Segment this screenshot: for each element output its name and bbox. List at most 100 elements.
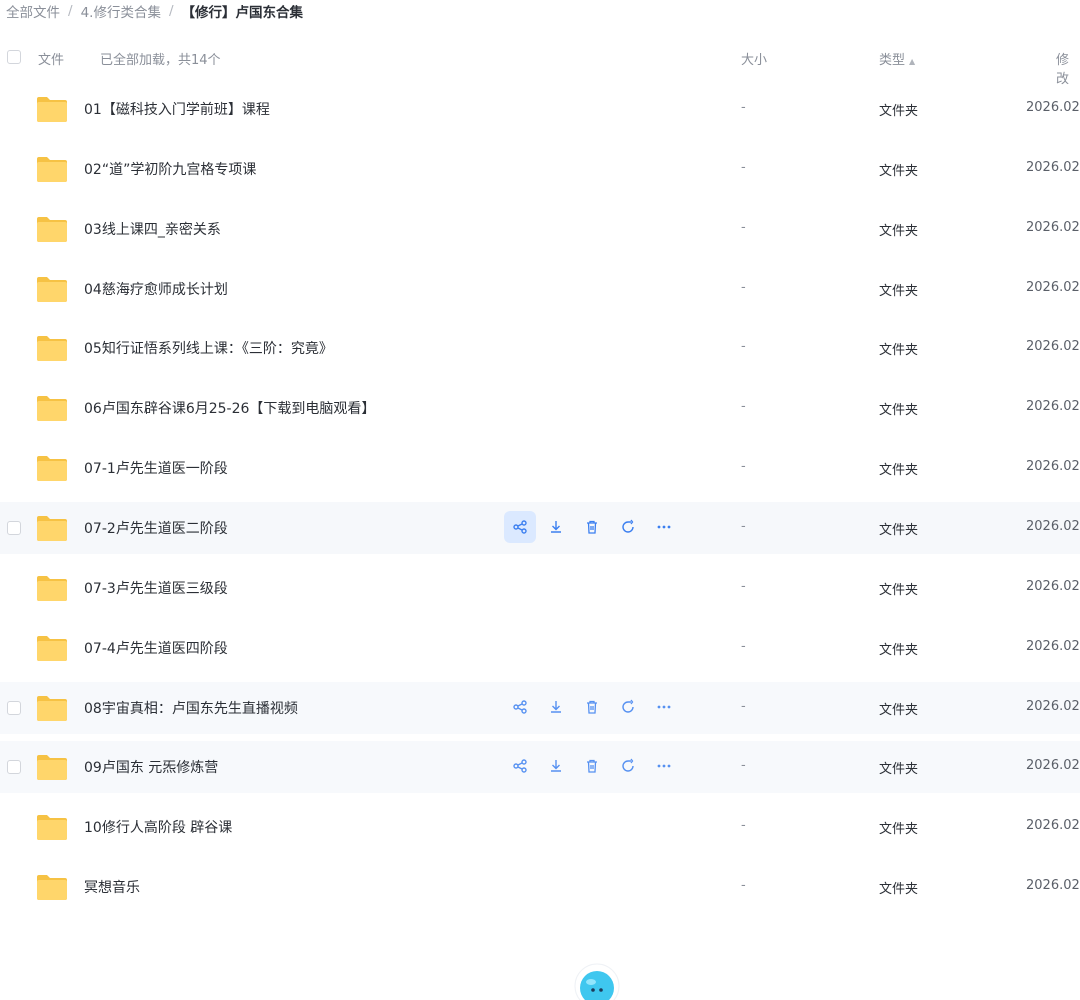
- list-item[interactable]: 05知行证悟系列线上课：《三阶：究竟》 - 文件夹 2026.02.0: [0, 322, 1080, 374]
- breadcrumb-current: 【修行】卢国东合集: [181, 5, 304, 21]
- header-type[interactable]: 类型 ▲: [879, 49, 915, 68]
- file-name[interactable]: 07-4卢先生道医四阶段: [84, 638, 228, 658]
- file-size: -: [741, 578, 746, 594]
- file-type: 文件夹: [879, 702, 919, 718]
- file-size: -: [741, 159, 746, 175]
- header-type-label: 类型: [879, 53, 906, 68]
- list-item[interactable]: 07-3卢先生道医三级段 - 文件夹 2026.02.0: [0, 562, 1080, 614]
- breadcrumb-separator: /: [68, 3, 73, 19]
- file-name[interactable]: 01【磁科技入门学前班】课程: [84, 99, 270, 119]
- download-button[interactable]: [540, 750, 572, 782]
- list-item[interactable]: 07-1卢先生道医一阶段 - 文件夹 2026.02.0: [0, 442, 1080, 494]
- more-icon: [656, 758, 672, 774]
- refresh-button[interactable]: [612, 691, 644, 723]
- refresh-button[interactable]: [612, 750, 644, 782]
- file-type: 文件夹: [879, 582, 919, 598]
- folder-icon: [37, 276, 67, 302]
- file-type: 文件夹: [879, 882, 919, 898]
- header-modified[interactable]: 修改: [1056, 49, 1080, 87]
- download-button[interactable]: [540, 691, 572, 723]
- folder-icon: [37, 695, 67, 721]
- file-type: 文件夹: [879, 762, 919, 778]
- list-item[interactable]: 06卢国东辟谷课6月25-26【下载到电脑观看】 - 文件夹 2026.02.0: [0, 382, 1080, 434]
- download-icon: [548, 699, 564, 715]
- list-item[interactable]: 冥想音乐 - 文件夹 2026.02.0: [0, 861, 1080, 913]
- share-button[interactable]: [504, 750, 536, 782]
- file-size: -: [741, 219, 746, 235]
- download-icon: [548, 519, 564, 535]
- file-name[interactable]: 07-1卢先生道医一阶段: [84, 458, 228, 478]
- file-name[interactable]: 07-3卢先生道医三级段: [84, 578, 228, 598]
- folder-icon: [37, 515, 67, 541]
- file-size: -: [741, 638, 746, 654]
- modified-date: 2026.02.0: [1026, 100, 1080, 115]
- folder-icon: [37, 875, 67, 901]
- row-checkbox[interactable]: [7, 520, 21, 535]
- delete-button[interactable]: [576, 750, 608, 782]
- folder-icon: [37, 336, 67, 362]
- modified-date: 2026.02.0: [1026, 758, 1080, 774]
- share-button[interactable]: [504, 510, 536, 543]
- row-actions: [504, 750, 684, 782]
- file-name[interactable]: 07-2卢先生道医二阶段: [84, 518, 228, 538]
- list-item[interactable]: 02“道”学初阶九宫格专项课 - 文件夹 2026.02.0: [0, 143, 1080, 195]
- list-item[interactable]: 04慈海疗愈师成长计划 - 文件夹 2026.02.0: [0, 263, 1080, 315]
- sort-icon[interactable]: ▲: [909, 57, 915, 66]
- list-item[interactable]: 01【磁科技入门学前班】课程 - 文件夹 2026.02.0: [0, 83, 1080, 135]
- select-all-checkbox[interactable]: [7, 50, 21, 64]
- breadcrumb-all-files[interactable]: 全部文件: [6, 1, 60, 21]
- folder-icon: [37, 456, 67, 482]
- file-name[interactable]: 05知行证悟系列线上课：《三阶：究竟》: [84, 338, 333, 358]
- more-button[interactable]: [648, 750, 680, 782]
- share-icon: [512, 519, 528, 535]
- file-type: 文件夹: [879, 283, 919, 299]
- file-type: 文件夹: [879, 163, 919, 179]
- more-icon: [656, 519, 672, 535]
- file-name[interactable]: 02“道”学初阶九宫格专项课: [84, 159, 256, 179]
- modified-date: 2026.02.0: [1026, 698, 1080, 714]
- list-item[interactable]: 07-2卢先生道医二阶段 - 文件夹 2026.02.0: [0, 501, 1080, 554]
- download-button[interactable]: [540, 511, 572, 543]
- file-size: -: [741, 459, 746, 475]
- file-type: 文件夹: [879, 522, 919, 538]
- file-name[interactable]: 06卢国东辟谷课6月25-26【下载到电脑观看】: [84, 398, 375, 418]
- delete-icon: [584, 758, 600, 774]
- delete-icon: [584, 699, 600, 715]
- modified-date: 2026.02.0: [1026, 279, 1080, 295]
- share-button[interactable]: [504, 691, 536, 723]
- file-name[interactable]: 03线上课四_亲密关系: [84, 219, 221, 239]
- file-size: -: [741, 878, 746, 894]
- file-name[interactable]: 08宇宙真相：卢国东先生直播视频: [84, 698, 298, 718]
- more-icon: [656, 699, 672, 715]
- header-size[interactable]: 大小: [741, 49, 767, 68]
- header-file: 文件: [38, 53, 65, 68]
- delete-button[interactable]: [576, 511, 608, 543]
- delete-button[interactable]: [576, 691, 608, 723]
- list-item[interactable]: 03线上课四_亲密关系 - 文件夹 2026.02.0: [0, 203, 1080, 255]
- file-size: -: [741, 339, 746, 355]
- file-size: -: [741, 279, 746, 295]
- list-item[interactable]: 09卢国东 元炁修炼营 - 文件夹 2026.02.0: [0, 741, 1080, 794]
- list-item[interactable]: 10修行人高阶段 辟谷课 - 文件夹 2026.02.0: [0, 801, 1080, 853]
- list-item[interactable]: 07-4卢先生道医四阶段 - 文件夹 2026.02.0: [0, 622, 1080, 674]
- modified-date: 2026.02.0: [1026, 159, 1080, 175]
- file-name[interactable]: 10修行人高阶段 辟谷课: [84, 817, 232, 837]
- breadcrumb-folder[interactable]: 4.修行类合集: [81, 1, 161, 21]
- list-item[interactable]: 08宇宙真相：卢国东先生直播视频 - 文件夹 2026.02.0: [0, 681, 1080, 734]
- row-checkbox[interactable]: [7, 700, 21, 715]
- file-type: 文件夹: [879, 403, 919, 419]
- more-button[interactable]: [648, 511, 680, 543]
- file-size: -: [741, 100, 746, 115]
- more-button[interactable]: [648, 691, 680, 723]
- file-type: 文件夹: [879, 104, 919, 119]
- file-name[interactable]: 09卢国东 元炁修炼营: [84, 757, 218, 777]
- file-name[interactable]: 04慈海疗愈师成长计划: [84, 279, 228, 299]
- delete-icon: [584, 519, 600, 535]
- folder-icon: [37, 635, 67, 661]
- refresh-button[interactable]: [612, 511, 644, 543]
- row-checkbox[interactable]: [7, 760, 21, 775]
- file-name[interactable]: 冥想音乐: [84, 877, 140, 897]
- mascot-icon[interactable]: [571, 960, 623, 1000]
- modified-date: 2026.02.0: [1026, 518, 1080, 534]
- modified-date: 2026.02.0: [1026, 399, 1080, 415]
